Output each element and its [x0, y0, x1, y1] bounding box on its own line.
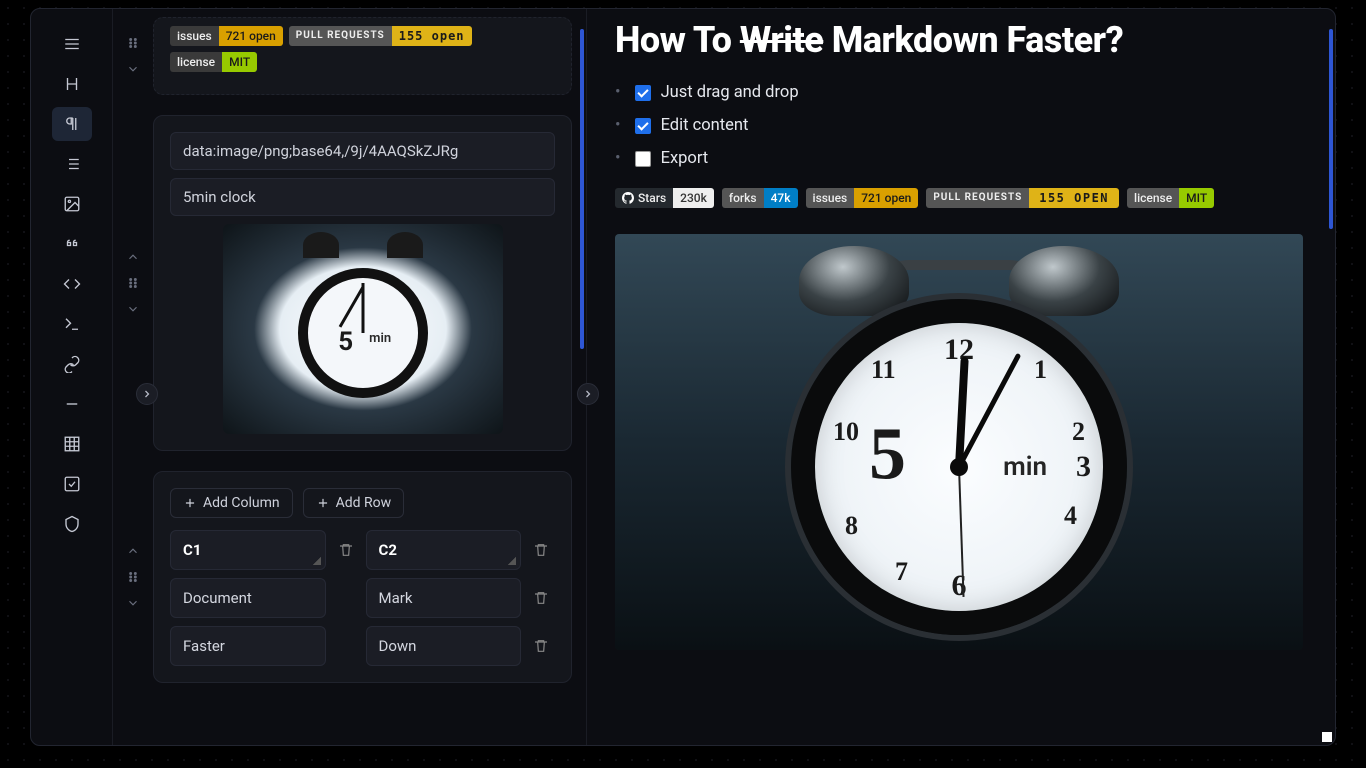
image-src-input[interactable]: data:image/png;base64,/9j/4AAQSkZJRg [170, 132, 555, 170]
table-cell[interactable]: Mark [366, 578, 522, 618]
image-preview-thumbnail: 5 min [223, 224, 503, 434]
pr-badge: PULL REQUESTS155 OPEN [926, 188, 1119, 208]
collapse-toolbar-button[interactable] [136, 383, 158, 405]
collapse-editor-button[interactable] [577, 383, 599, 405]
grip-icon[interactable] [124, 274, 142, 292]
issues-badge: issues721 open [806, 188, 919, 208]
hr-icon[interactable] [52, 387, 92, 421]
add-row-button[interactable]: Add Row [303, 488, 405, 518]
stars-badge: Stars230k [615, 188, 714, 208]
checkbox-icon[interactable] [635, 151, 651, 167]
table-cell[interactable]: Document [170, 578, 326, 618]
editor-panel: issues721 open pull requests155 open lic… [113, 9, 587, 745]
checkbox-checked-icon[interactable] [635, 85, 651, 101]
table-header-cell[interactable]: C1 [170, 530, 326, 570]
clock-big-number: 5 [869, 413, 906, 498]
image-icon[interactable] [52, 187, 92, 221]
preview-scrollbar[interactable] [1329, 29, 1333, 229]
forks-badge: forks47k [722, 188, 798, 208]
list-item: Just drag and drop [615, 83, 1315, 102]
list-item: Edit content [615, 116, 1315, 135]
block-drag-handles[interactable] [124, 34, 142, 78]
link-icon[interactable] [52, 347, 92, 381]
image-alt-input[interactable]: 5min clock [170, 178, 555, 216]
checkbox-checked-icon[interactable] [635, 118, 651, 134]
table-actions: Add Column Add Row [170, 488, 555, 518]
table-cell[interactable]: Down [366, 626, 522, 666]
issues-badge: issues721 open [170, 26, 283, 46]
editor-scrollbar[interactable] [580, 29, 584, 349]
pr-badge: pull requests155 open [289, 26, 472, 46]
page-title: How To Write Markdown Faster? [615, 19, 1315, 61]
delete-row-icon[interactable] [527, 590, 555, 606]
chevron-down-icon[interactable] [124, 60, 142, 78]
license-badge: licenseMIT [170, 52, 257, 72]
checklist: Just drag and drop Edit content Export [615, 83, 1315, 168]
add-column-button[interactable]: Add Column [170, 488, 293, 518]
badges-block[interactable]: issues721 open pull requests155 open lic… [153, 17, 572, 95]
delete-column-icon[interactable] [527, 542, 555, 558]
quote-icon[interactable] [52, 227, 92, 261]
heading-icon[interactable] [52, 67, 92, 101]
shield-icon[interactable] [52, 507, 92, 541]
code-icon[interactable] [52, 267, 92, 301]
badges-row: Stars230k forks47k issues721 open PULL R… [615, 188, 1315, 208]
chevron-down-icon[interactable] [124, 300, 142, 318]
badge-row-2: licenseMIT [170, 52, 555, 72]
license-badge: licenseMIT [1127, 188, 1214, 208]
paragraph-icon[interactable] [52, 107, 92, 141]
terminal-icon[interactable] [52, 307, 92, 341]
table-cell[interactable]: Faster [170, 626, 326, 666]
clock-min-text: min [369, 331, 391, 346]
resize-handle[interactable] [1322, 732, 1332, 742]
grip-icon[interactable] [124, 568, 142, 586]
preview-panel: How To Write Markdown Faster? Just drag … [587, 9, 1335, 745]
image-block[interactable]: data:image/png;base64,/9j/4AAQSkZJRg 5mi… [153, 115, 572, 451]
clock-big-number: 5 [338, 327, 353, 357]
chevron-up-icon[interactable] [124, 542, 142, 560]
menu-icon[interactable] [52, 27, 92, 61]
clock-min-text: min [1003, 452, 1047, 482]
table-icon[interactable] [52, 427, 92, 461]
checklist-icon[interactable] [52, 467, 92, 501]
list-icon[interactable] [52, 147, 92, 181]
hero-image: 12 1 2 3 4 6 7 8 10 11 5 min [615, 234, 1303, 650]
block-toolbar [31, 9, 113, 745]
block-drag-handles[interactable] [124, 542, 142, 612]
table-block[interactable]: Add Column Add Row C1 C2 Document Mark F… [153, 471, 572, 683]
delete-column-icon[interactable] [332, 542, 360, 558]
app-window: issues721 open pull requests155 open lic… [30, 8, 1336, 746]
chevron-up-icon[interactable] [124, 248, 142, 266]
delete-row-icon[interactable] [527, 638, 555, 654]
chevron-down-icon[interactable] [124, 594, 142, 612]
list-item: Export [615, 149, 1315, 168]
badge-row-1: issues721 open pull requests155 open [170, 26, 555, 46]
table-grid: C1 C2 Document Mark Faster Down [170, 530, 555, 666]
table-header-cell[interactable]: C2 [366, 530, 522, 570]
grip-icon[interactable] [124, 34, 142, 52]
block-drag-handles[interactable] [124, 248, 142, 318]
